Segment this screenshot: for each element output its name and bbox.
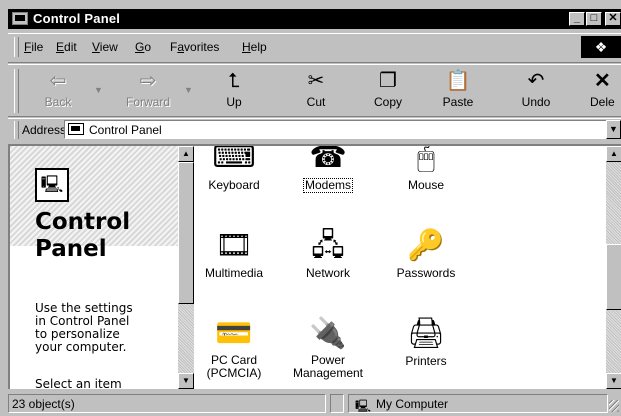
clipboard-icon: 📋 <box>445 70 471 92</box>
control-panel-small-icon <box>68 123 84 135</box>
menu-file[interactable]: File <box>24 40 43 54</box>
title-bar[interactable]: Control Panel _ □ ✕ <box>8 9 621 29</box>
forward-arrow-icon: ⇨ <box>139 70 157 92</box>
items-scroll-thumb[interactable] <box>606 244 621 310</box>
keys-icon: 🔑 <box>407 229 445 262</box>
address-dropdown-button[interactable]: ▼ <box>606 120 621 139</box>
computer-icon: 🖳 <box>355 399 372 413</box>
minimize-button[interactable]: _ <box>569 12 585 26</box>
item-multimedia[interactable]: 🎞 Multimedia <box>196 226 280 280</box>
multimedia-icon: 🎞 <box>214 229 254 262</box>
status-zone-panel: 🖳 My Computer <box>348 394 608 413</box>
forward-dropdown-arrow[interactable]: ▼ <box>184 85 193 95</box>
paste-button[interactable]: 📋 Paste <box>428 69 488 113</box>
menu-bar: File Edit View Go Favorites Help ❖ <box>8 33 621 60</box>
zone-label: My Computer <box>376 397 449 411</box>
back-arrow-icon: ⇦ <box>49 70 67 92</box>
status-bar: 23 object(s) 🖳 My Computer <box>8 392 621 416</box>
keyboard-icon: ⌨ <box>212 146 256 174</box>
forward-button[interactable]: ⇨ Forward <box>118 69 178 113</box>
item-keyboard[interactable]: ⌨ Keyboard <box>196 146 280 192</box>
mouse-icon: 🖱 <box>417 146 435 174</box>
scissors-icon: ✂ <box>307 70 325 92</box>
item-modems[interactable]: ☎ Modems <box>282 146 374 193</box>
control-panel-window: Control Panel _ □ ✕ File Edit View Go Fa… <box>0 0 621 416</box>
object-count: 23 object(s) <box>12 397 75 411</box>
back-dropdown-arrow[interactable]: ▼ <box>94 85 103 95</box>
resize-grip[interactable] <box>609 400 619 412</box>
status-spacer-panel <box>330 394 344 413</box>
telephone-icon: ☎ <box>309 146 347 174</box>
close-button[interactable]: ✕ <box>605 12 621 26</box>
item-mouse[interactable]: 🖱 Mouse <box>380 146 472 192</box>
scroll-up-arrow[interactable]: ▲ <box>178 146 194 162</box>
content-frame: 🖳 Control Panel Use the settings in Cont… <box>8 144 621 389</box>
panel-description: Use the settings in Control Panel to per… <box>35 301 133 354</box>
menu-view[interactable]: View <box>92 40 118 54</box>
control-panel-large-icon: 🖳 <box>35 168 69 202</box>
items-scroll-up-arrow[interactable]: ▲ <box>606 146 621 162</box>
panel-title: Control Panel <box>35 209 131 262</box>
item-printers[interactable]: 🖨 Printers <box>380 314 472 368</box>
cut-button[interactable]: ✂ Cut <box>286 69 346 113</box>
item-power-management[interactable]: 🔌 Power Management <box>282 314 374 380</box>
windows-logo-icon: ❖ <box>581 36 621 58</box>
control-panel-icon[interactable] <box>12 12 28 25</box>
address-input[interactable]: Control Panel <box>64 120 609 139</box>
menu-go[interactable]: Go <box>135 40 151 54</box>
copy-icon: ❐ <box>379 70 397 92</box>
web-view-panel: 🖳 Control Panel Use the settings in Cont… <box>10 146 178 389</box>
left-pane-scrollbar[interactable]: ▲ ▼ <box>178 146 194 389</box>
item-passwords[interactable]: 🔑 Passwords <box>380 226 472 280</box>
up-button[interactable]: ⮤ Up <box>204 69 264 113</box>
printer-folder-icon: 🖨 <box>406 317 446 350</box>
window-title: Control Panel <box>33 11 121 26</box>
item-pc-card[interactable]: 💳 PC Card (PCMCIA) <box>196 314 280 380</box>
pc-card-icon: 💳 <box>215 317 253 350</box>
address-bar: Address Control Panel ▼ <box>8 116 621 141</box>
standard-toolbar: ⇦ Back ▼ ⇨ Forward ▼ ⮤ Up ✂ Cut ❐ Copy 📋… <box>8 62 621 115</box>
address-grip[interactable] <box>14 121 19 139</box>
undo-button[interactable]: ↶ Undo <box>506 69 566 113</box>
power-plug-icon: 🔌 <box>309 317 347 350</box>
address-value: Control Panel <box>89 123 162 137</box>
undo-icon: ↶ <box>527 70 545 92</box>
menu-edit[interactable]: Edit <box>56 40 77 54</box>
toolbar-grip[interactable] <box>14 69 19 113</box>
back-button[interactable]: ⇦ Back <box>28 69 88 113</box>
delete-button[interactable]: ✕ Dele <box>580 69 621 113</box>
up-folder-icon: ⮤ <box>228 70 240 92</box>
panel-select-hint: Select an item <box>35 377 122 390</box>
network-icon: 🖧 <box>311 229 345 262</box>
item-network[interactable]: 🖧 Network <box>282 226 374 280</box>
maximize-button[interactable]: □ <box>586 12 602 26</box>
scroll-down-arrow[interactable]: ▼ <box>178 373 194 389</box>
address-label: Address <box>22 123 67 137</box>
items-view: ⌨ Keyboard ☎ Modems 🖱 Mouse 🎞 Multimedia… <box>196 146 606 389</box>
items-scrollbar[interactable]: ▲ ▼ <box>606 146 621 389</box>
items-scroll-down-arrow[interactable]: ▼ <box>606 373 621 389</box>
status-count-panel: 23 object(s) <box>8 394 326 413</box>
copy-button[interactable]: ❐ Copy <box>358 69 418 113</box>
menu-help[interactable]: Help <box>242 40 267 54</box>
delete-x-icon: ✕ <box>594 70 611 92</box>
menu-favorites[interactable]: Favorites <box>170 40 219 54</box>
scroll-thumb[interactable] <box>178 162 194 304</box>
menu-grip[interactable] <box>14 37 19 57</box>
